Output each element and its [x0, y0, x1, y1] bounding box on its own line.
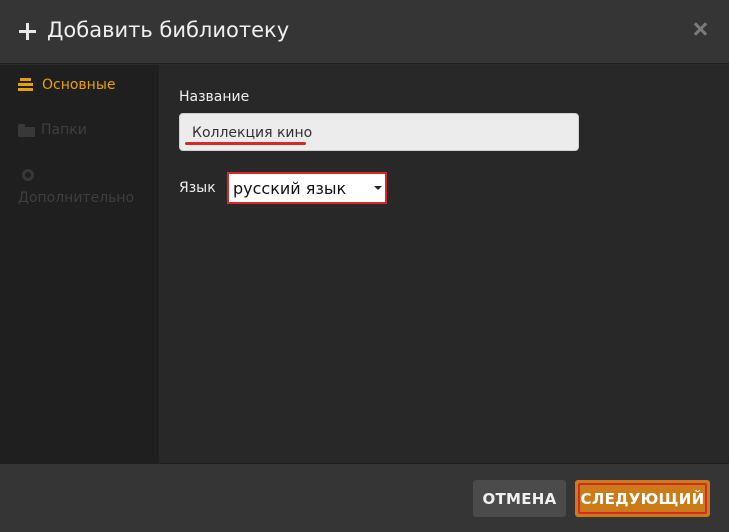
dialog-footer: ОТМЕНА СЛЕДУЮЩИЙ	[0, 463, 729, 532]
next-button-label: СЛЕДУЮЩИЙ	[580, 489, 705, 508]
language-value: русский язык	[233, 179, 347, 198]
gear-icon	[22, 169, 34, 181]
chevron-down-icon	[374, 186, 382, 190]
name-underline-highlight	[185, 142, 306, 145]
dialog-header: Добавить библиотеку	[0, 0, 729, 64]
plus-icon	[19, 23, 36, 40]
language-select[interactable]: русский язык	[227, 172, 387, 204]
main-panel: Название Коллекция кино Язык русский язы…	[159, 65, 729, 463]
sidebar-item-label: Основные	[42, 77, 116, 93]
library-name-value: Коллекция кино	[192, 125, 313, 141]
sidebar-item-label: Папки	[41, 122, 87, 138]
dialog-title: Добавить библиотеку	[47, 18, 290, 42]
sidebar-item-advanced[interactable]: Дополнительно	[18, 190, 134, 206]
language-label: Язык	[179, 180, 216, 196]
sidebar-item-label: Дополнительно	[18, 190, 135, 206]
next-button[interactable]: СЛЕДУЮЩИЙ	[575, 480, 710, 517]
sidebar-item-folders[interactable]: Папки	[18, 122, 87, 138]
close-icon[interactable]	[693, 21, 709, 37]
lines-icon	[18, 78, 34, 92]
cancel-button-label: ОТМЕНА	[482, 489, 557, 508]
sidebar: Основные Папки Дополнительно	[0, 65, 159, 463]
folder-icon	[18, 123, 35, 137]
add-library-dialog: Добавить библиотеку Основные Папки Допол…	[0, 0, 729, 532]
name-label: Название	[179, 89, 250, 105]
cancel-button[interactable]: ОТМЕНА	[473, 480, 566, 517]
library-name-input[interactable]: Коллекция кино	[179, 113, 579, 151]
sidebar-item-basic[interactable]: Основные	[18, 77, 116, 93]
